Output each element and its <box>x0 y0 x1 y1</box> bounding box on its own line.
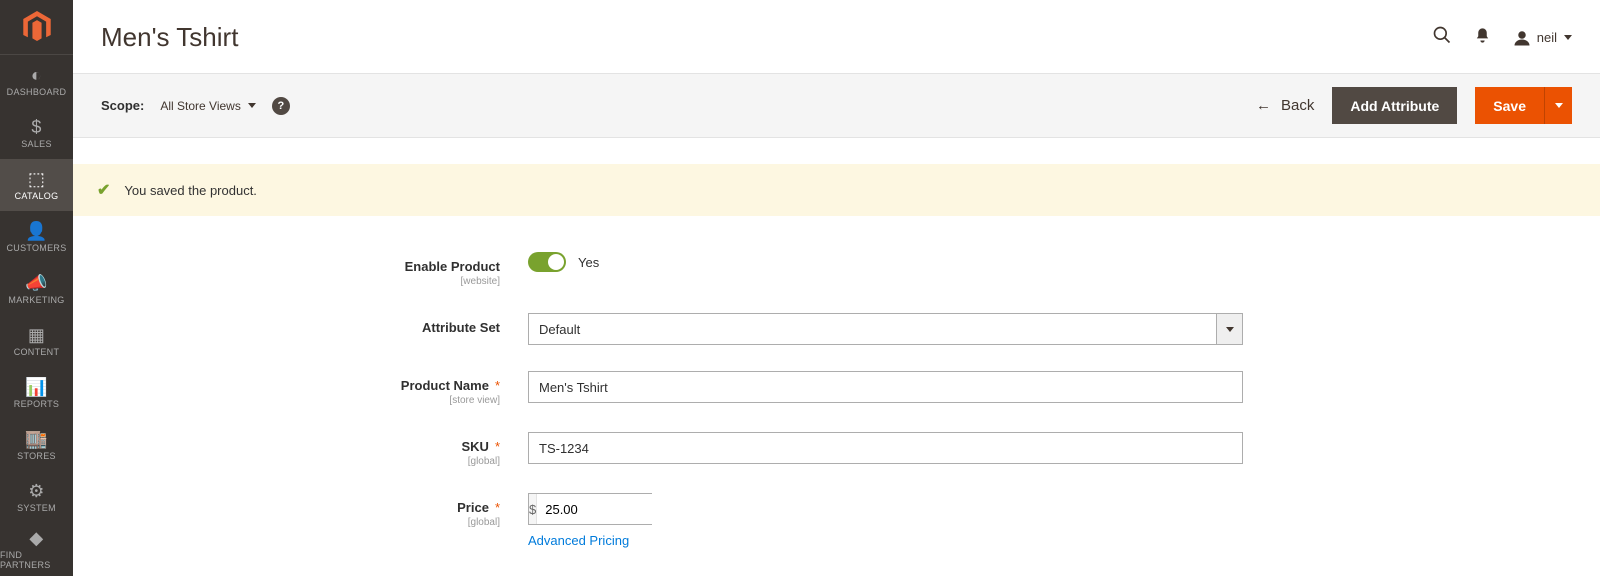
sidebar-item-customers[interactable]: 👤 CUSTOMERS <box>0 211 73 263</box>
scope-value-text: All Store Views <box>160 99 240 113</box>
chevron-down-icon <box>1555 103 1563 108</box>
chevron-down-icon <box>1564 35 1572 40</box>
box-icon: ⬚ <box>28 170 45 188</box>
save-button[interactable]: Save <box>1475 87 1544 124</box>
required-indicator: * <box>495 439 500 454</box>
sidebar-item-label: CUSTOMERS <box>6 243 66 253</box>
enable-product-value: Yes <box>578 255 599 270</box>
field-price: Price * [global] $ Advanced Pricing <box>73 493 1600 548</box>
sidebar-item-dashboard[interactable]: ◐ DASHBOARD <box>0 55 73 107</box>
attribute-set-label: Attribute Set <box>422 320 500 335</box>
store-icon: 🏬 <box>25 430 48 448</box>
sku-label: SKU <box>461 439 488 454</box>
magento-logo-icon <box>23 11 51 43</box>
required-indicator: * <box>495 500 500 515</box>
back-label: Back <box>1281 97 1314 114</box>
field-attribute-set: Attribute Set Default <box>73 313 1600 345</box>
sidebar-item-stores[interactable]: 🏬 STORES <box>0 420 73 472</box>
megaphone-icon: 📣 <box>25 274 48 292</box>
sidebar-item-label: REPORTS <box>14 399 59 409</box>
save-options-dropdown[interactable] <box>1544 87 1572 124</box>
sidebar-item-label: FIND PARTNERS <box>0 550 73 570</box>
enable-product-label: Enable Product <box>405 259 500 274</box>
scope-label: Scope: <box>101 98 144 113</box>
sidebar-item-sales[interactable]: $ SALES <box>0 107 73 159</box>
sidebar-item-label: DASHBOARD <box>7 87 67 97</box>
toolbar-right: ← Back Add Attribute Save <box>1256 87 1572 124</box>
scope-help-icon[interactable]: ? <box>272 97 290 115</box>
top-actions: neil <box>1432 25 1572 50</box>
field-enable-product: Enable Product [website] Yes <box>73 252 1600 287</box>
page-toolbar: Scope: All Store Views ? ← Back Add Attr… <box>73 73 1600 138</box>
sku-scope: [global] <box>468 456 500 467</box>
add-attribute-button[interactable]: Add Attribute <box>1332 87 1457 124</box>
main-content: Men's Tshirt neil Scope: All Store Views… <box>73 0 1600 548</box>
sku-input[interactable] <box>528 432 1243 464</box>
account-menu[interactable]: neil <box>1513 29 1572 47</box>
price-label: Price <box>457 500 489 515</box>
check-icon: ✔ <box>97 180 110 200</box>
magento-logo[interactable] <box>0 0 73 55</box>
field-product-name: Product Name * [store view] <box>73 371 1600 406</box>
search-icon[interactable] <box>1432 25 1452 50</box>
sidebar-item-find-partners[interactable]: ◆ FIND PARTNERS <box>0 524 73 576</box>
sidebar-item-marketing[interactable]: 📣 MARKETING <box>0 263 73 315</box>
sidebar-item-label: STORES <box>17 451 56 461</box>
chevron-down-icon <box>248 103 256 108</box>
user-name: neil <box>1537 30 1557 45</box>
dollar-icon: $ <box>31 118 41 136</box>
page-title: Men's Tshirt <box>101 22 238 53</box>
chevron-down-icon <box>1226 327 1234 332</box>
success-message-text: You saved the product. <box>124 183 257 198</box>
attribute-set-value: Default <box>529 314 1216 344</box>
required-indicator: * <box>495 378 500 393</box>
enable-product-toggle[interactable] <box>528 252 566 272</box>
advanced-pricing-link[interactable]: Advanced Pricing <box>528 533 629 548</box>
sidebar-item-label: MARKETING <box>8 295 64 305</box>
product-name-label: Product Name <box>401 378 489 393</box>
back-button[interactable]: ← Back <box>1256 97 1314 114</box>
select-toggle-button[interactable] <box>1216 314 1242 344</box>
field-sku: SKU * [global] <box>73 432 1600 467</box>
currency-symbol: $ <box>529 494 537 524</box>
sidebar-item-system[interactable]: ⚙ SYSTEM <box>0 472 73 524</box>
price-input[interactable] <box>537 494 729 524</box>
gauge-icon: ◐ <box>31 66 42 84</box>
attribute-set-select[interactable]: Default <box>528 313 1243 345</box>
sidebar-item-label: CONTENT <box>14 347 60 357</box>
scope-selector[interactable]: All Store Views <box>160 99 255 113</box>
enable-product-scope: [website] <box>461 276 500 287</box>
product-form: Enable Product [website] Yes Attribute S… <box>73 216 1600 548</box>
admin-sidebar: ◐ DASHBOARD $ SALES ⬚ CATALOG 👤 CUSTOMER… <box>0 0 73 576</box>
page-header: Men's Tshirt neil <box>73 0 1600 73</box>
toolbar-left: Scope: All Store Views ? <box>101 97 290 115</box>
user-icon <box>1513 29 1531 47</box>
bar-chart-icon: 📊 <box>25 378 48 396</box>
partners-icon: ◆ <box>29 529 43 547</box>
sidebar-item-catalog[interactable]: ⬚ CATALOG <box>0 159 73 211</box>
arrow-left-icon: ← <box>1256 97 1271 114</box>
sidebar-item-label: SALES <box>21 139 52 149</box>
sidebar-item-label: CATALOG <box>15 191 59 201</box>
save-button-group: Save <box>1475 87 1572 124</box>
layout-icon: ▦ <box>28 326 45 344</box>
gear-icon: ⚙ <box>28 482 44 500</box>
sidebar-item-content[interactable]: ▦ CONTENT <box>0 315 73 367</box>
price-scope: [global] <box>468 517 500 528</box>
sidebar-item-reports[interactable]: 📊 REPORTS <box>0 368 73 420</box>
success-message: ✔ You saved the product. <box>73 164 1600 216</box>
person-icon: 👤 <box>25 222 48 240</box>
price-input-wrapper: $ <box>528 493 652 525</box>
product-name-input[interactable] <box>528 371 1243 403</box>
sidebar-item-label: SYSTEM <box>17 503 56 513</box>
toggle-knob <box>548 254 564 270</box>
product-name-scope: [store view] <box>449 395 500 406</box>
notifications-icon[interactable] <box>1474 27 1491 49</box>
